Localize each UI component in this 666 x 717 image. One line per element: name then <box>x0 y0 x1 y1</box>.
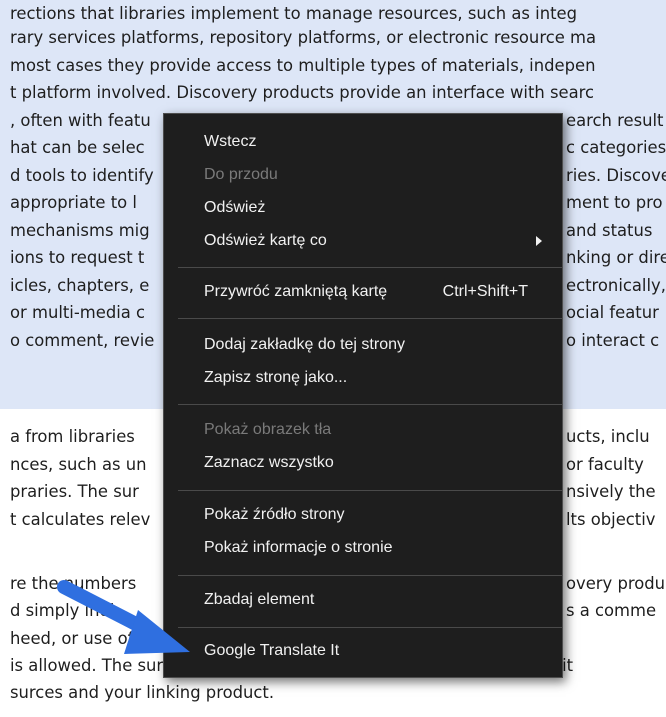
pointer-arrow-icon <box>57 580 190 654</box>
